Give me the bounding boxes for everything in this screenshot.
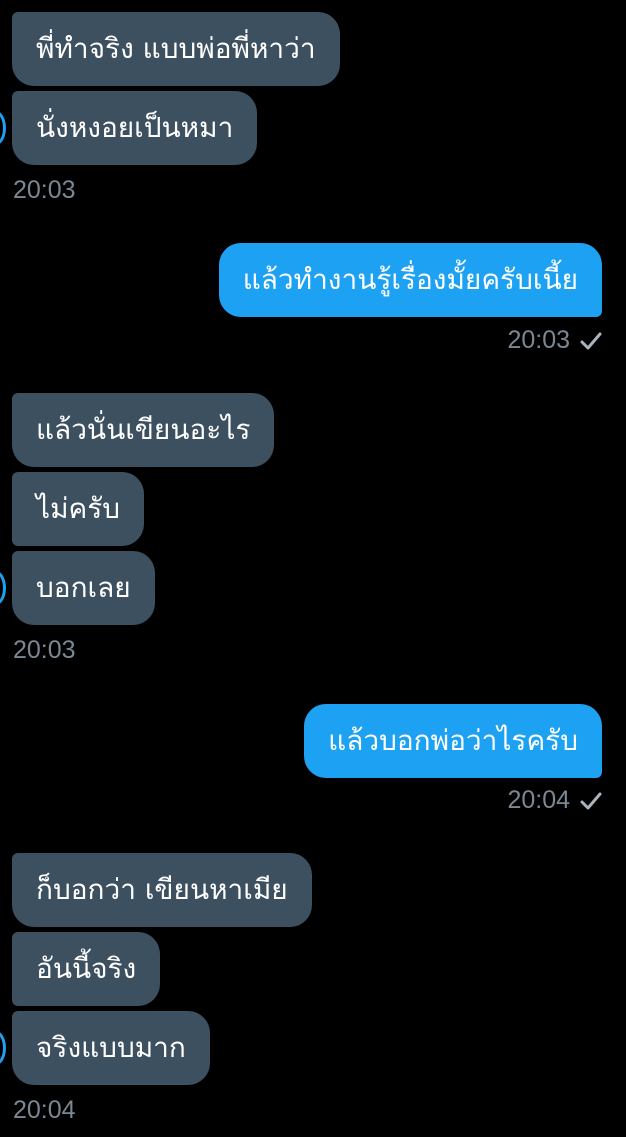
message-text: ก็บอกว่า เขียนหาเมีย: [36, 873, 288, 906]
incoming-message[interactable]: บอกเลย: [12, 551, 155, 625]
message-text: นั่งหงอยเป็นหมา: [36, 111, 234, 144]
outgoing-message[interactable]: แล้วทำงานรู้เรื่องมั้ยครับเนี้ย: [218, 243, 602, 317]
message-text: จริงแบบมาก: [36, 1031, 186, 1064]
incoming-message[interactable]: ไม่ครับ: [12, 472, 145, 546]
message-text: แล้วนั่นเขียนอะไร: [36, 413, 251, 446]
message-timestamp: 20:04: [13, 1096, 76, 1124]
incoming-message[interactable]: ก็บอกว่า เขียนหาเมีย: [12, 853, 312, 927]
incoming-message[interactable]: นั่งหงอยเป็นหมา: [12, 91, 258, 165]
outgoing-message[interactable]: แล้วบอกพ่อว่าไรครับ: [304, 704, 602, 778]
message-timestamp: 20:03: [13, 176, 76, 204]
message-text: พี่ทำจริง แบบพ่อพี่หาว่า: [36, 32, 316, 65]
message-meta: 20:04: [507, 786, 602, 815]
message-text: แล้วทำงานรู้เรื่องมั้ยครับเนี้ย: [242, 263, 578, 296]
incoming-message[interactable]: อันนี้จริง: [12, 932, 161, 1006]
message-text: บอกเลย: [36, 571, 131, 604]
incoming-message[interactable]: พี่ทำจริง แบบพ่อพี่หาว่า: [12, 12, 340, 86]
sender-avatar[interactable]: [0, 111, 6, 145]
message-timestamp: 20:03: [13, 636, 76, 664]
message-text: ไม่ครับ: [36, 492, 121, 525]
incoming-message[interactable]: แล้วนั่นเขียนอะไร: [12, 393, 275, 467]
message-meta: 20:03: [507, 326, 602, 355]
message-text: แล้วบอกพ่อว่าไรครับ: [328, 724, 578, 757]
message-timestamp: 20:03: [507, 326, 570, 354]
checkmark-icon: [580, 791, 602, 811]
sender-avatar[interactable]: [0, 1031, 6, 1065]
message-text: อันนี้จริง: [36, 952, 137, 985]
incoming-message[interactable]: จริงแบบมาก: [12, 1011, 210, 1085]
sender-avatar[interactable]: [0, 571, 6, 605]
message-timestamp: 20:04: [507, 786, 570, 814]
checkmark-icon: [580, 331, 602, 351]
